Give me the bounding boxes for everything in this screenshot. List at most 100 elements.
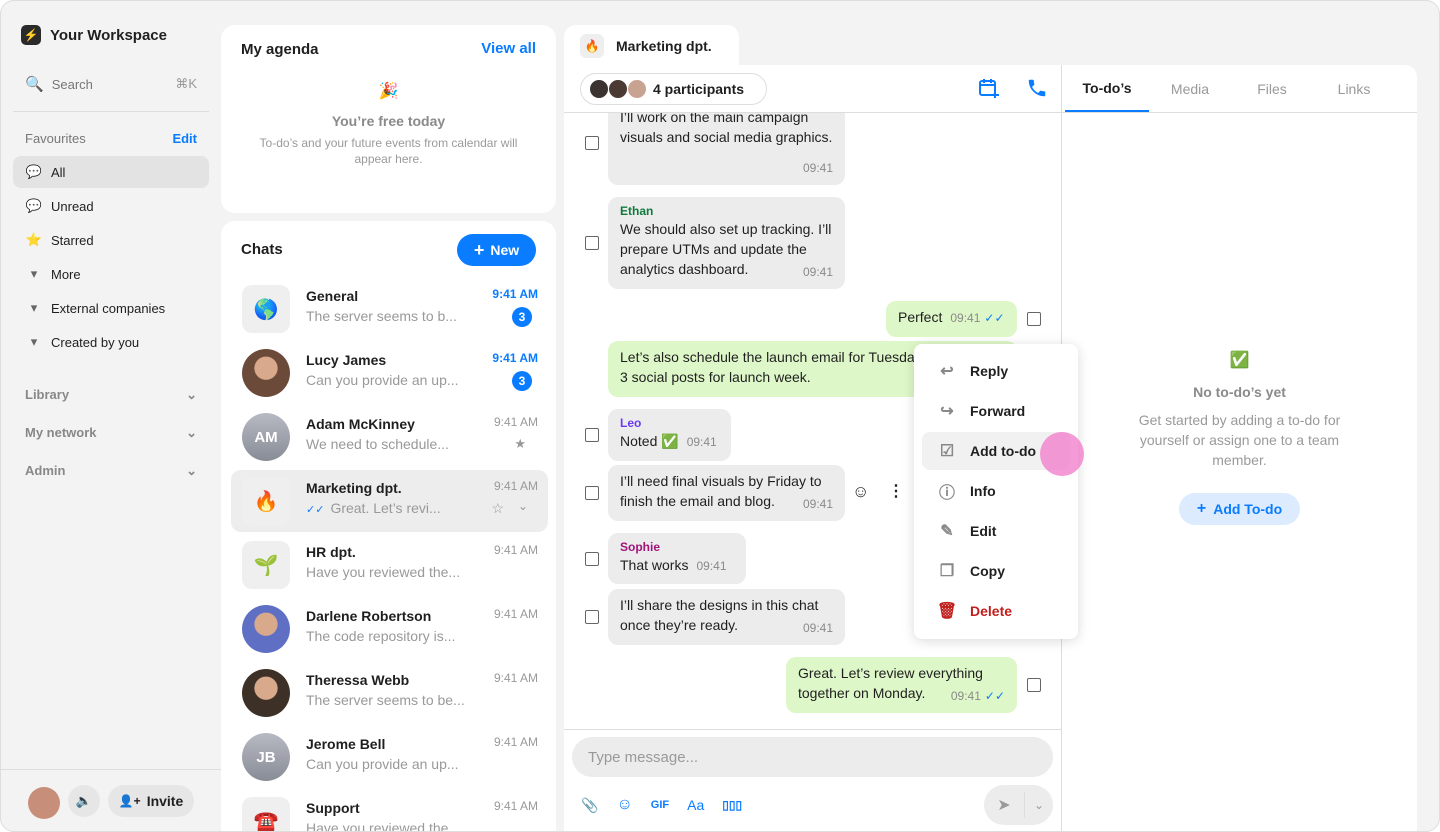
tab-files[interactable]: Files [1231, 65, 1313, 113]
sidebar-item-unread[interactable]: 💬 Unread [13, 190, 209, 222]
menu-item-forward[interactable]: ↪ Forward [922, 392, 1070, 430]
format-text-button[interactable]: Aa [687, 797, 704, 813]
message-text: Noted ✅ [620, 433, 679, 449]
menu-item-copy[interactable]: ❐ Copy [922, 552, 1070, 590]
chat-list-item[interactable]: Lucy James Can you provide an up... 9:41 A… [231, 342, 548, 404]
star-icon[interactable]: ☆ [491, 500, 504, 517]
gif-button[interactable]: GIF [651, 799, 669, 811]
sidebar-section-admin[interactable]: Admin ⌄ [25, 463, 197, 479]
attach-icon[interactable]: 📎 [581, 797, 598, 814]
chat-list-item[interactable]: AM Adam McKinney We need to schedule... 9:4… [231, 406, 548, 468]
chat-name: Adam McKinney [306, 416, 415, 432]
tab-links[interactable]: Links [1313, 65, 1395, 113]
todos-empty-title: No to-do’s yet [1193, 384, 1286, 400]
menu-item-label: Forward [970, 403, 1026, 419]
message-bubble[interactable]: Perfect 09:41 ✓✓ [886, 301, 1017, 337]
tab-marketing-dpt[interactable]: 🔥 Marketing dpt. [564, 25, 739, 67]
more-options-icon[interactable]: ⋮ [888, 481, 904, 501]
sidebar-item-starred[interactable]: ⭐ Starred [13, 224, 209, 256]
participants-button[interactable]: 4 participants [580, 73, 767, 105]
chevron-down-icon: ⌄ [186, 463, 197, 478]
message-bubble[interactable]: Sophie That works 09:41 [608, 533, 746, 584]
read-receipt-icon: ✓✓ [984, 689, 1005, 703]
select-message-checkbox[interactable] [1027, 312, 1041, 326]
user-avatar[interactable] [28, 787, 60, 819]
select-message-checkbox[interactable] [585, 236, 599, 250]
sidebar-section-library[interactable]: Library ⌄ [25, 387, 197, 403]
menu-item-label: Reply [970, 363, 1009, 379]
message-bubble[interactable]: Great. Let’s review everything together … [786, 657, 1017, 713]
add-user-icon: 👤+ [118, 794, 141, 808]
select-message-checkbox[interactable] [585, 551, 599, 566]
workspace-header[interactable]: ⚡ Your Workspace [21, 25, 167, 45]
message-bubble[interactable]: Ethan We should also set up tracking. I’l… [608, 197, 845, 289]
sound-button[interactable]: 🔈 [68, 785, 100, 817]
sidebar-section-my-network[interactable]: My network ⌄ [25, 425, 197, 441]
menu-item-reply[interactable]: ↩ Reply [922, 352, 1070, 390]
new-chat-button[interactable]: + New [457, 234, 536, 266]
select-message-checkbox[interactable] [585, 136, 599, 150]
menu-item-edit[interactable]: ✎ Edit [922, 512, 1070, 550]
add-todo-button[interactable]: + Add To-do [1179, 493, 1300, 525]
sidebar-item-label: Starred [51, 232, 94, 248]
poll-icon[interactable]: ▯▯▯ [722, 798, 742, 812]
select-message-checkbox[interactable] [585, 486, 599, 500]
chevron-down-icon: ⌄ [186, 425, 197, 440]
forward-icon: ↪ [940, 403, 954, 420]
plus-icon: + [1196, 500, 1207, 517]
chat-list-item[interactable]: JB Jerome Bell Can you provide an up... 9:4… [231, 726, 548, 788]
menu-item-info[interactable]: ⓘ Info [922, 472, 1070, 510]
star-icon[interactable]: ★ [514, 436, 526, 452]
read-receipt-icon: ✓✓ [984, 311, 1005, 325]
chat-list-item[interactable]: ☎️ Support Have you reviewed the... 9:41 AM [231, 790, 548, 831]
menu-item-delete[interactable]: 🗑 Delete [922, 592, 1070, 630]
plus-icon: + [473, 239, 485, 260]
chat-name: Support [306, 800, 360, 816]
select-message-checkbox[interactable] [585, 428, 599, 442]
calendar-add-icon[interactable] [978, 77, 1000, 99]
edit-favourites-link[interactable]: Edit [172, 131, 197, 146]
chat-list-item[interactable]: 🌱 HR dpt. Have you reviewed the... 9:41 AM [231, 534, 548, 596]
emoji-icon[interactable]: ☺ [616, 796, 632, 814]
chevron-down-icon[interactable]: ⌄ [1025, 798, 1053, 812]
section-label: Library [25, 387, 70, 402]
sidebar-item-more[interactable]: ▾ More [13, 258, 209, 290]
chat-preview-text: The server seems to b... [306, 308, 457, 324]
unread-badge: 3 [512, 307, 532, 327]
message-bubble[interactable]: I’ll work on the main campaign visuals a… [608, 113, 845, 185]
chat-time: 9:41 AM [493, 671, 538, 685]
chat-list-item[interactable]: Darlene Robertson The code repository is.… [231, 598, 548, 660]
message-bubble[interactable]: I’ll need final visuals by Friday to fin… [608, 465, 845, 521]
chat-list-item[interactable]: Theressa Webb The server seems to be... 9:… [231, 662, 548, 724]
tab-media[interactable]: Media [1149, 65, 1231, 113]
divider [1062, 112, 1417, 113]
chat-list-item[interactable]: 🔥 Marketing dpt. ✓✓ Great. Let’s revi... 9:4… [231, 470, 548, 532]
phone-icon[interactable] [1026, 77, 1048, 99]
select-message-checkbox[interactable] [585, 610, 599, 624]
menu-item-label: Info [970, 483, 996, 499]
sidebar-item-created-by-you[interactable]: ▾ Created by you [13, 326, 209, 358]
message-bubble[interactable]: I’ll share the designs in this chat once… [608, 589, 845, 645]
chat-list-item[interactable]: 🌎 General The server seems to b... 9:41 AM 3 [231, 278, 548, 340]
message-time: 09:41 [696, 559, 727, 573]
agenda-card: My agenda View all 🎉 You’re free today T… [221, 25, 556, 213]
message-bubble[interactable]: Leo Noted ✅ 09:41 [608, 409, 731, 461]
message-input[interactable]: Type message... [572, 737, 1053, 777]
send-icon[interactable]: ➤ [984, 795, 1024, 815]
favourites-label: Favourites [25, 131, 86, 146]
chat-preview-text: We need to schedule... [306, 436, 449, 452]
invite-button[interactable]: 👤+ Invite [108, 785, 194, 817]
search-label: Search [51, 76, 93, 92]
select-message-checkbox[interactable] [1027, 678, 1041, 692]
workspace-logo-icon: ⚡ [21, 25, 41, 45]
sidebar-item-all[interactable]: 💬 All [13, 156, 209, 188]
react-emoji-icon[interactable]: ☺ [852, 482, 869, 502]
chat-preview-text: Have you reviewed the... [306, 564, 461, 580]
search-button[interactable]: 🔍 Search ⌘K [25, 75, 197, 93]
chevron-down-icon[interactable]: ⌄ [518, 499, 528, 513]
message-time: 09:41 ✓✓ [950, 311, 1005, 325]
view-all-link[interactable]: View all [481, 40, 536, 57]
sidebar-item-external-companies[interactable]: ▾ External companies [13, 292, 209, 324]
agenda-title: My agenda [241, 41, 319, 58]
tab-todos[interactable]: To-do’s [1065, 65, 1149, 113]
